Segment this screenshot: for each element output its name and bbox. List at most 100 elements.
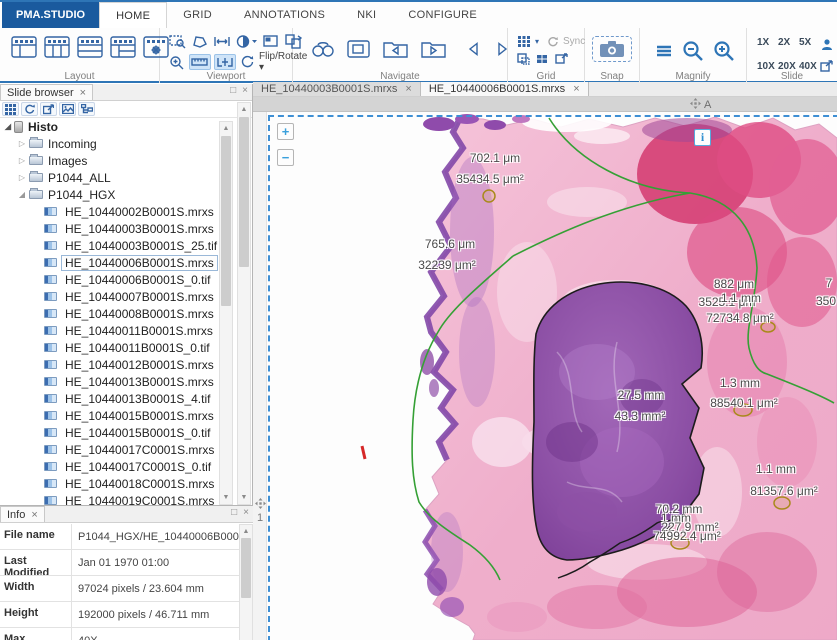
- tree-file[interactable]: HE_10440011B0001S_0.tif: [0, 339, 253, 356]
- vertical-splitter[interactable]: 1: [253, 112, 267, 640]
- viewer-tab[interactable]: HE_10440003B0001S.mrxs ×: [253, 82, 421, 96]
- measure-ruler-icon[interactable]: [189, 54, 211, 70]
- flip-rotate-icon[interactable]: [239, 54, 256, 70]
- viewer-tab[interactable]: HE_10440006B0001S.mrxs ×: [421, 82, 589, 96]
- zoom-level-button[interactable]: 2X: [778, 37, 799, 53]
- close-icon[interactable]: ×: [405, 83, 411, 95]
- scroll-down-icon[interactable]: ▼: [220, 494, 232, 501]
- close-panel-icon[interactable]: ×: [242, 85, 248, 96]
- close-icon[interactable]: ×: [80, 87, 86, 99]
- scrollbar-thumb[interactable]: [221, 136, 231, 306]
- tree-file[interactable]: HE_10440015B0001S_0.tif: [0, 424, 253, 441]
- expander-icon[interactable]: ▷: [17, 156, 27, 165]
- expander-icon[interactable]: ▷: [17, 139, 27, 148]
- panel-scrollbar[interactable]: ▲ ▼: [237, 102, 251, 505]
- ribbon-tab[interactable]: NKI: [341, 2, 392, 28]
- fit-width-icon[interactable]: [212, 33, 232, 50]
- grid-refresh-icon[interactable]: [516, 52, 531, 66]
- overview-window-icon[interactable]: [262, 33, 281, 50]
- grid-fill-icon[interactable]: [535, 52, 550, 66]
- previous-arrow-icon[interactable]: [465, 40, 481, 58]
- app-menu-tab[interactable]: PMA.STUDIO: [2, 2, 99, 28]
- zoom-in-icon[interactable]: [712, 39, 736, 63]
- zoom-in-button[interactable]: +: [277, 123, 294, 140]
- tree-scrollbar[interactable]: ▲ ▼: [219, 121, 233, 505]
- close-icon[interactable]: ×: [573, 83, 579, 95]
- tree-file[interactable]: HE_10440008B0001S.mrxs: [0, 305, 253, 322]
- info-scrollbar[interactable]: ▲: [239, 524, 253, 640]
- snapshot-camera-icon[interactable]: [592, 36, 632, 62]
- layout-two-col-icon[interactable]: [43, 35, 71, 59]
- tree-file[interactable]: HE_10440015B0001S.mrxs: [0, 407, 253, 424]
- maximize-panel-icon[interactable]: □: [230, 85, 236, 96]
- tree-file[interactable]: HE_10440012B0001S.mrxs: [0, 356, 253, 373]
- close-icon[interactable]: ×: [31, 509, 37, 521]
- tree-folder[interactable]: ◢ P1044_HGX: [0, 186, 253, 203]
- tree-file[interactable]: HE_10440013B0001S_4.tif: [0, 390, 253, 407]
- zoom-region-icon[interactable]: [168, 33, 187, 50]
- magnification-menu-icon[interactable]: [654, 43, 674, 59]
- info-tab[interactable]: Info ×: [0, 506, 45, 522]
- tree-view-icon[interactable]: [78, 102, 95, 116]
- close-panel-icon[interactable]: ×: [243, 507, 249, 518]
- tree-file[interactable]: HE_10440017C0001S.mrxs: [0, 441, 253, 458]
- tree-file[interactable]: HE_10440006B0001S.mrxs: [0, 254, 253, 271]
- tree-file[interactable]: HE_10440003B0001S.mrxs: [0, 220, 253, 237]
- sync-label[interactable]: Sync: [563, 36, 585, 47]
- grid-toggle-icon[interactable]: [516, 34, 532, 49]
- tree-file[interactable]: HE_10440002B0001S.mrxs: [0, 203, 253, 220]
- zoom-level-button[interactable]: 5X: [799, 37, 820, 53]
- ribbon-tab[interactable]: GRID: [167, 2, 228, 28]
- scrollbar-thumb[interactable]: [241, 538, 251, 598]
- image-preview-icon[interactable]: [59, 102, 76, 116]
- scrollbar-thumb[interactable]: [239, 117, 249, 267]
- sync-icon[interactable]: [545, 35, 560, 49]
- slide-overview-icon[interactable]: [345, 37, 373, 61]
- layout-rows-icon[interactable]: [76, 35, 104, 59]
- ribbon-tab[interactable]: HOME: [99, 2, 167, 28]
- scroll-up-icon[interactable]: ▲: [240, 528, 252, 535]
- grid-export-icon[interactable]: [554, 52, 569, 66]
- brightness-contrast-icon[interactable]: [235, 33, 259, 50]
- expander-icon[interactable]: ◢: [3, 122, 13, 131]
- zoom-level-button[interactable]: 1X: [757, 37, 778, 53]
- slide-browser-tab[interactable]: Slide browser ×: [0, 84, 93, 100]
- magnifier-icon[interactable]: [168, 54, 186, 71]
- scroll-up-icon[interactable]: ▲: [220, 125, 232, 132]
- tree-root-histo[interactable]: ◢ Histo: [0, 118, 253, 135]
- search-binoculars-icon[interactable]: [309, 38, 337, 60]
- thumbnail-view-icon[interactable]: [2, 102, 19, 116]
- tree-file[interactable]: HE_10440018C0001S.mrxs: [0, 475, 253, 492]
- zoom-out-icon[interactable]: [681, 39, 705, 63]
- zoom-out-button[interactable]: −: [277, 149, 294, 166]
- maximize-panel-icon[interactable]: □: [231, 507, 237, 518]
- tree-folder[interactable]: ▷ P1044_ALL: [0, 169, 253, 186]
- tree-file[interactable]: HE_10440019C0001S.mrxs: [0, 492, 253, 505]
- barcode-label-icon[interactable]: [820, 37, 834, 55]
- tree-file[interactable]: HE_10440006B0001S_0.tif: [0, 271, 253, 288]
- tree-file[interactable]: HE_10440003B0001S_25.tif: [0, 237, 253, 254]
- horizontal-splitter[interactable]: A: [253, 97, 837, 112]
- ribbon-tab[interactable]: ANNOTATIONS: [228, 2, 341, 28]
- tree-file[interactable]: HE_10440007B0001S.mrxs: [0, 288, 253, 305]
- scroll-down-icon[interactable]: ▼: [238, 494, 250, 501]
- previous-slide-folder-icon[interactable]: [381, 37, 411, 61]
- scroll-up-icon[interactable]: ▲: [238, 106, 250, 113]
- tree-file[interactable]: HE_10440011B0001S.mrxs: [0, 322, 253, 339]
- tree-file[interactable]: HE_10440017C0001S_0.tif: [0, 458, 253, 475]
- next-slide-folder-icon[interactable]: [419, 37, 449, 61]
- slide-info-button[interactable]: i: [694, 129, 711, 146]
- tree-folder[interactable]: ▷ Images: [0, 152, 253, 169]
- polygon-view-icon[interactable]: [190, 33, 209, 50]
- grid-dropdown-icon[interactable]: ▾: [535, 37, 539, 46]
- tree-folder[interactable]: ▷ Incoming: [0, 135, 253, 152]
- layout-mixed-icon[interactable]: [109, 35, 137, 59]
- measure-area-icon[interactable]: [214, 54, 236, 70]
- refresh-icon[interactable]: [21, 102, 38, 116]
- open-in-viewer-icon[interactable]: [40, 102, 57, 116]
- expander-icon[interactable]: ▷: [17, 173, 27, 182]
- expander-icon[interactable]: ◢: [17, 190, 27, 199]
- ribbon-tab[interactable]: CONFIGURE: [392, 2, 493, 28]
- tree-file[interactable]: HE_10440013B0001S.mrxs: [0, 373, 253, 390]
- layout-single-icon[interactable]: [10, 35, 38, 59]
